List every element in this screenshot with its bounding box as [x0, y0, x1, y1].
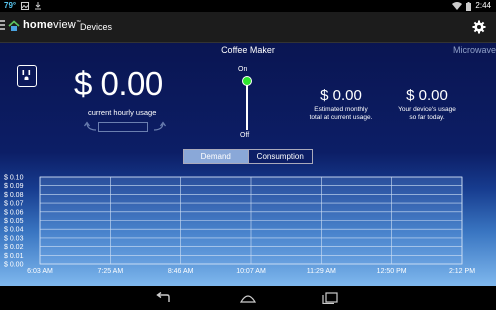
- consumption-tab[interactable]: Consumption: [247, 150, 312, 163]
- action-bar: homeview™ - Devices: [0, 12, 496, 43]
- gear-icon[interactable]: [472, 20, 486, 34]
- x-tick-label: 11:29 AM: [307, 268, 336, 275]
- x-tick-label: 8:46 AM: [168, 268, 194, 275]
- recent-apps-icon[interactable]: [322, 292, 338, 304]
- monthly-estimate-value: $ 0.00: [320, 87, 362, 104]
- y-tick-label: $ 0.05: [4, 218, 24, 225]
- clock-text: 2:44: [475, 1, 491, 10]
- today-usage-label: Your device's usage so far today.: [388, 106, 466, 122]
- y-tick-label: $ 0.09: [4, 183, 24, 190]
- x-tick-label: 12:50 PM: [377, 268, 407, 275]
- page-title: Devices: [80, 22, 113, 32]
- next-device-label[interactable]: Microwave: [453, 45, 496, 55]
- y-tick-label: $ 0.00: [4, 262, 24, 269]
- y-tick-label: $ 0.06: [4, 209, 24, 216]
- monthly-label-line1: Estimated monthly: [314, 106, 368, 113]
- notification-download-icon: [35, 2, 42, 10]
- home-icon[interactable]: [240, 292, 256, 304]
- demand-chart: $ 0.10$ 0.09 $ 0.08 $ 0.07$ 0.06 $ 0.05 $ 0.…: [4, 175, 475, 276]
- y-tick-label: $ 0.04: [4, 227, 24, 234]
- y-tick-label: $ 0.10: [4, 175, 24, 182]
- device-panel: Coffee Maker Microwave $ 0.00 current ho…: [0, 43, 496, 286]
- device-name: Coffee Maker: [221, 45, 275, 55]
- home-logo-icon[interactable]: [8, 20, 20, 32]
- power-switch-track[interactable]: [246, 79, 248, 130]
- switch-on-label: On: [238, 66, 248, 73]
- wifi-icon: [452, 2, 463, 10]
- drawer-menu-icon[interactable]: [0, 20, 5, 32]
- monthly-label-line2: total at current usage.: [309, 114, 373, 121]
- brand-home-text: home: [23, 19, 54, 31]
- switch-off-label: Off: [240, 132, 250, 139]
- hourly-usage-value: $ 0.00: [74, 65, 163, 102]
- x-tick-label: 10:07 AM: [236, 268, 266, 275]
- curved-arrow-left-icon[interactable]: [84, 121, 98, 131]
- system-nav-bar: [0, 286, 496, 310]
- today-label-line2: so far today.: [409, 114, 445, 121]
- y-tick-label: $ 0.01: [4, 253, 24, 260]
- y-tick-label: $ 0.03: [4, 235, 24, 242]
- monthly-estimate-label: Estimated monthly total at current usage…: [300, 106, 382, 122]
- usage-period-box[interactable]: [98, 122, 148, 132]
- y-tick-label: $ 0.07: [4, 201, 24, 208]
- y-tick-label: $ 0.08: [4, 192, 24, 199]
- x-tick-label: 6:03 AM: [27, 268, 53, 275]
- y-tick-label: $ 0.02: [4, 244, 24, 251]
- outlet-icon: [17, 65, 37, 87]
- hourly-usage-label: current hourly usage: [88, 108, 157, 117]
- demand-consumption-toggle: Demand Consumption: [183, 149, 313, 164]
- back-icon[interactable]: [155, 292, 171, 304]
- status-bar: 79° 2:44: [0, 0, 496, 12]
- power-switch-knob[interactable]: [242, 76, 252, 86]
- x-tick-label: 2:12 PM: [449, 268, 475, 275]
- battery-icon: [466, 1, 472, 11]
- temperature-text: 79°: [4, 1, 17, 10]
- demand-tab[interactable]: Demand: [184, 150, 248, 163]
- title-separator: -: [70, 20, 73, 30]
- today-usage-value: $ 0.00: [406, 87, 448, 104]
- notification-image-icon: [21, 2, 30, 10]
- today-label-line1: Your device's usage: [398, 106, 456, 113]
- x-tick-label: 7:25 AM: [97, 268, 123, 275]
- curved-arrow-right-icon[interactable]: [152, 121, 166, 131]
